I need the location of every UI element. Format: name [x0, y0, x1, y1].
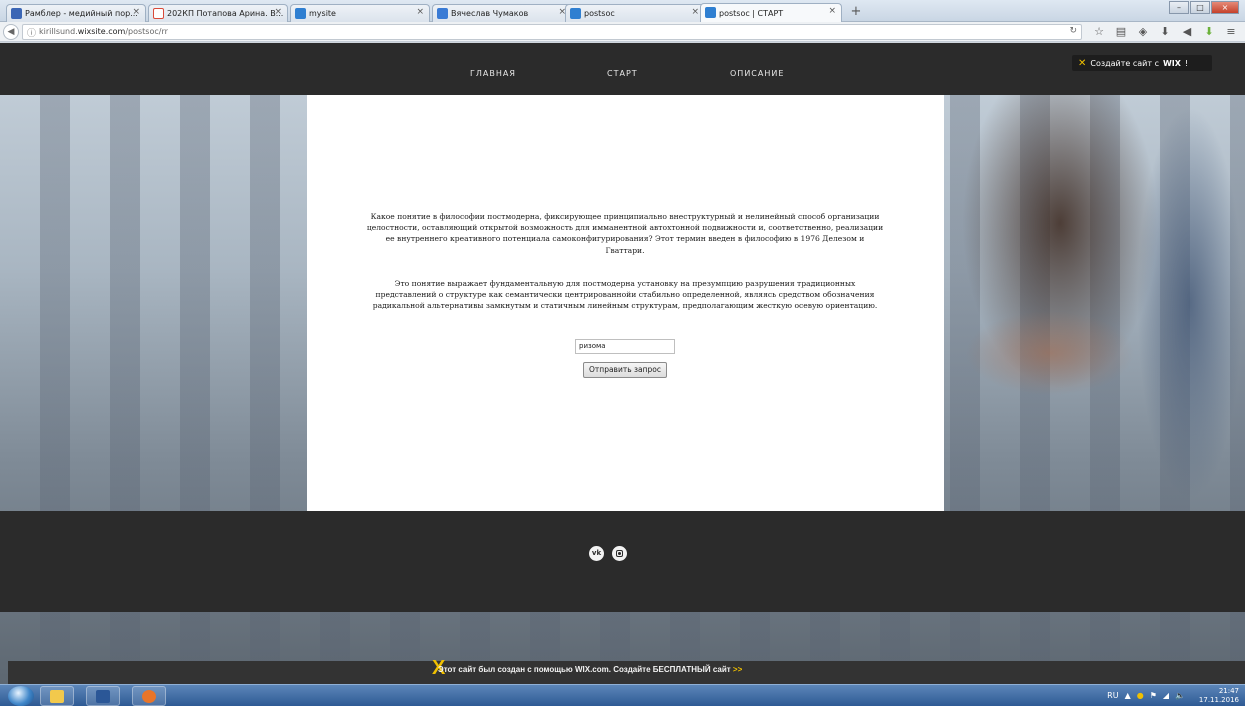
tab-label: mysite [309, 9, 336, 18]
bookmark-star-icon[interactable]: ☆ [1092, 25, 1106, 39]
system-clock[interactable]: 21:47 17.11.2016 [1199, 687, 1239, 705]
send-icon[interactable]: ◀ [1180, 25, 1194, 39]
wix-favicon-icon [705, 7, 716, 18]
wix-favicon-icon [295, 8, 306, 19]
word-icon [96, 690, 110, 703]
info-icon[interactable]: ⓘ [27, 26, 36, 39]
windows-taskbar: RU ▲ ● ⚑ ◢ 🔈 21:47 17.11.2016 [0, 684, 1245, 706]
screen: Рамблер - медийный пор... × 202КП Потапо… [0, 0, 1245, 706]
action-center-icon[interactable]: ⚑ [1150, 691, 1157, 700]
back-button[interactable]: ◀ [3, 24, 19, 40]
tab-label: Рамблер - медийный пор... [25, 9, 138, 18]
rambler-favicon-icon [11, 8, 22, 19]
close-icon[interactable]: × [274, 7, 282, 17]
web-page: ГЛАВНАЯ СТАРТ ОПИСАНИЕ ✕ Создайте сайт с… [0, 43, 1245, 684]
new-tab-button[interactable]: + [848, 4, 864, 20]
tab-label: postsoc | СТАРТ [719, 8, 784, 18]
close-icon[interactable]: × [416, 7, 424, 17]
pocket-icon[interactable]: ◈ [1136, 25, 1150, 39]
tab-label: 202КП Потапова Арина. В... [167, 9, 284, 18]
tab-label: postsoc [584, 9, 615, 18]
window-controls: – □ × [1169, 1, 1239, 14]
tab-mysite[interactable]: mysite × [290, 4, 430, 22]
show-hidden-icons-icon[interactable]: ▲ [1125, 691, 1131, 700]
volume-icon[interactable]: 🔈 [1175, 691, 1185, 700]
vk-icon[interactable]: vk [589, 546, 604, 561]
tray-app-icon[interactable]: ● [1137, 691, 1144, 700]
nav-link-home[interactable]: ГЛАВНАЯ [470, 69, 516, 78]
reading-list-icon[interactable]: ▤ [1114, 25, 1128, 39]
instagram-icon[interactable] [612, 546, 627, 561]
close-icon[interactable]: × [132, 7, 140, 17]
gmail-favicon-icon [153, 8, 164, 19]
address-bar[interactable]: ⓘ kirillsund.wixsite.com/postsoc/rr ↻ [22, 24, 1082, 40]
wix-favicon-icon [570, 8, 581, 19]
tab-chumakov[interactable]: Вячеслав Чумаков × [432, 4, 572, 22]
maximize-button[interactable]: □ [1190, 1, 1210, 14]
folder-icon [50, 690, 64, 703]
browser-toolbar: ☆ ▤ ◈ ⬇ ◀ ⬇ ≡ [1092, 25, 1238, 39]
browser-tab-strip: Рамблер - медийный пор... × 202КП Потапо… [0, 0, 1245, 22]
tab-postsoc-start[interactable]: postsoc | СТАРТ × [700, 3, 842, 22]
system-tray: RU ▲ ● ⚑ ◢ 🔈 [1107, 691, 1185, 700]
hint-text: Это понятие выражает фундаментальную для… [372, 279, 878, 311]
close-window-button[interactable]: × [1211, 1, 1239, 14]
create-site-wix-badge[interactable]: ✕ Создайте сайт с WIX! [1072, 55, 1212, 71]
language-indicator[interactable]: RU [1107, 691, 1118, 700]
site-footer: vk [0, 511, 1245, 612]
browser-nav-bar: ◀ ⓘ kirillsund.wixsite.com/postsoc/rr ↻ … [0, 22, 1245, 42]
tab-postsoc[interactable]: postsoc × [565, 4, 705, 22]
minimize-button[interactable]: – [1169, 1, 1189, 14]
extension-icon[interactable]: ⬇ [1202, 25, 1216, 39]
nav-link-start[interactable]: СТАРТ [607, 69, 638, 78]
nav-link-description[interactable]: ОПИСАНИЕ [730, 69, 784, 78]
content-panel: Какое понятие в философии постмодерна, ф… [307, 95, 944, 511]
submit-button[interactable]: Отправить запрос [583, 362, 667, 378]
taskbar-firefox[interactable] [132, 686, 166, 706]
tab-gmail[interactable]: 202КП Потапова Арина. В... × [148, 4, 288, 22]
menu-icon[interactable]: ≡ [1224, 25, 1238, 39]
tab-label: Вячеслав Чумаков [451, 9, 529, 18]
reload-icon[interactable]: ↻ [1069, 26, 1077, 36]
question-text: Какое понятие в философии постмодерна, ф… [366, 212, 884, 255]
wix-logo-icon: ✕ [1078, 57, 1087, 69]
url-text: kirillsund.wixsite.com/postsoc/rr [39, 27, 168, 36]
wix-promo-text: Этот сайт был создан с помощью WIX.com. … [438, 665, 743, 674]
answer-input[interactable]: ризома [575, 339, 675, 354]
download-icon[interactable]: ⬇ [1158, 25, 1172, 39]
site-header: ГЛАВНАЯ СТАРТ ОПИСАНИЕ ✕ Создайте сайт с… [0, 43, 1245, 95]
close-icon[interactable]: × [828, 6, 836, 16]
start-button[interactable] [8, 686, 34, 706]
firefox-icon [142, 690, 156, 703]
vk-favicon-icon [437, 8, 448, 19]
network-icon[interactable]: ◢ [1163, 691, 1169, 700]
close-icon[interactable]: × [691, 7, 699, 17]
taskbar-explorer[interactable] [40, 686, 74, 706]
taskbar-word[interactable] [86, 686, 120, 706]
wix-promo-bar[interactable]: X Этот сайт был создан с помощью WIX.com… [8, 657, 1245, 684]
tab-rambler[interactable]: Рамблер - медийный пор... × [6, 4, 146, 22]
